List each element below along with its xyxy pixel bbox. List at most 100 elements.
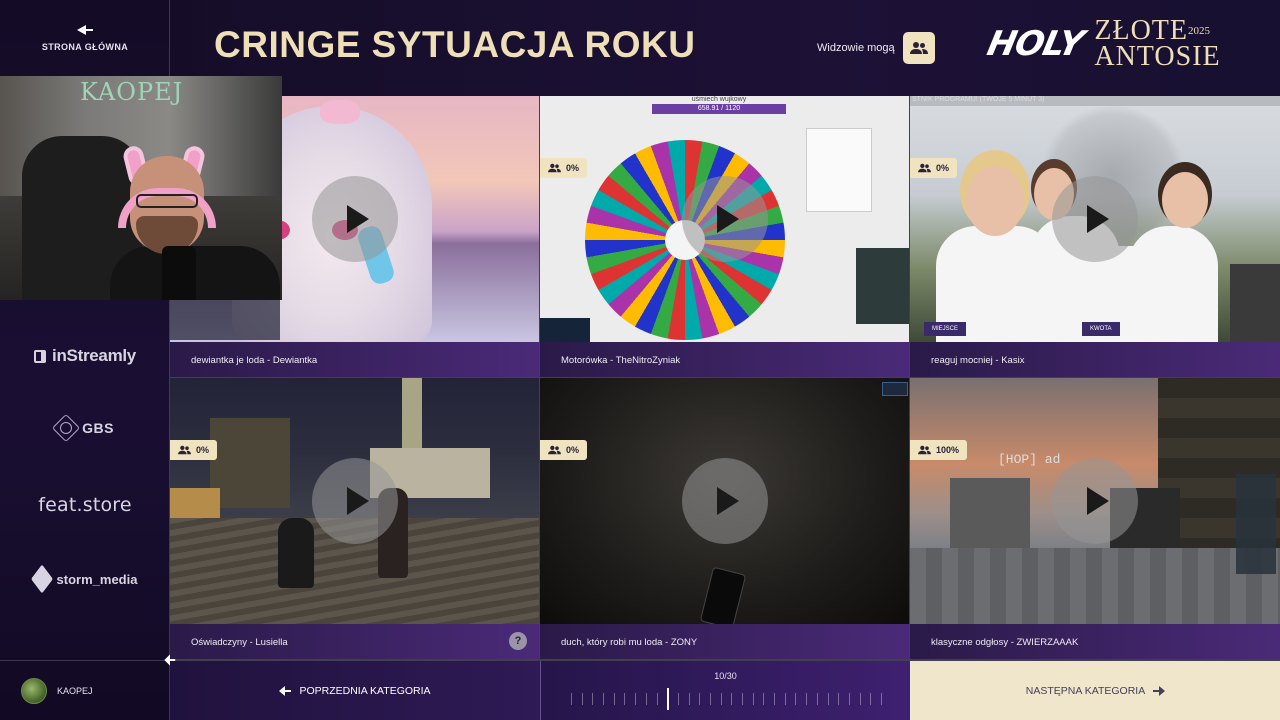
- page-title: CRINGE SYTUACJA ROKU: [214, 24, 696, 65]
- overlay-tag-right: KWOTA: [1082, 322, 1120, 336]
- clip-thumbnail: [170, 378, 539, 624]
- footer-navigation: POPRZEDNIA KATEGORIA 10/30 NASTĘPNA KATE…: [170, 660, 1280, 720]
- progress-count: 10/30: [714, 671, 737, 681]
- progress-tick: [816, 693, 818, 705]
- clip-tile-6[interactable]: [HOP] ad 100% klasyczne odgłosy - ZWIERZ…: [910, 378, 1280, 660]
- clip-caption: Oświadczyny - Lusiella: [170, 624, 539, 659]
- clip-tile-2[interactable]: uśmiech wujkowy 658.91 / 1120 0% Motorów…: [540, 96, 910, 378]
- home-label: STRONA GŁÓWNA: [41, 42, 129, 52]
- clip-caption: duch, który robi mu loda - ZONY: [540, 624, 909, 659]
- logo-holy: HOLY: [983, 24, 1087, 64]
- header: CRINGE SYTUACJA ROKU Widzowie mogą HOLY …: [170, 0, 1280, 96]
- category-progress: 10/30: [540, 661, 910, 720]
- progress-tick: [774, 693, 776, 705]
- help-icon[interactable]: ?: [509, 632, 527, 650]
- play-icon[interactable]: [312, 458, 398, 544]
- users-icon: [909, 42, 928, 54]
- vote-percent-badge: 0%: [170, 440, 218, 460]
- user-profile[interactable]: KAOPEJ: [0, 660, 170, 720]
- next-category-button[interactable]: NASTĘPNA KATEGORIA: [910, 661, 1280, 720]
- progress-tick: [752, 693, 754, 705]
- vote-percent: 100%: [936, 445, 960, 455]
- vote-percent-badge: 0%: [540, 440, 588, 460]
- progress-tick: [838, 693, 840, 705]
- progress-tick: [795, 693, 797, 705]
- progress-tick: [870, 693, 872, 705]
- sponsor-stormmedia-name: storm_media: [56, 571, 138, 587]
- progress-tick: [635, 693, 637, 705]
- overlay-tag-left: MIEJSCE: [924, 322, 967, 336]
- progress-tick: [624, 693, 626, 705]
- progress-tick: [677, 693, 679, 705]
- logo-year: 2025: [1188, 25, 1210, 37]
- progress-tick: [806, 693, 808, 705]
- next-arrow-icon: [1153, 686, 1166, 696]
- sponsor-gbs-name: GBS: [82, 420, 114, 436]
- sponsor-instreamly-logo: inStreamly: [0, 346, 170, 366]
- progress-tick: [859, 693, 861, 705]
- home-button[interactable]: STRONA GŁÓWNA: [0, 0, 170, 76]
- progress-tick: [581, 693, 583, 705]
- play-icon[interactable]: [1052, 458, 1138, 544]
- clip-thumbnail: [540, 378, 909, 624]
- users-icon: [918, 445, 931, 455]
- progress-tick: [613, 693, 615, 705]
- logo-line2: ANTOSIE: [1094, 41, 1221, 72]
- progress-tick: [688, 693, 690, 705]
- next-category-label: NASTĘPNA KATEGORIA: [1025, 685, 1146, 697]
- progress-tick: [881, 693, 882, 705]
- play-icon[interactable]: [682, 176, 768, 262]
- microphone-icon: [162, 246, 196, 300]
- storm-media-icon: [30, 564, 53, 594]
- sponsor-featstore-name: feat.store: [38, 494, 132, 516]
- vote-percent-badge: 100%: [910, 440, 968, 460]
- user-name: KAOPEJ: [57, 685, 93, 696]
- progress-current-tick: [667, 688, 669, 710]
- instreamly-icon: [34, 349, 47, 363]
- vote-percent: 0%: [566, 163, 580, 173]
- play-icon[interactable]: [1052, 176, 1138, 262]
- users-icon: [548, 445, 561, 455]
- prev-arrow-icon: [279, 686, 292, 696]
- gbs-icon: [51, 413, 81, 443]
- overlay-title: uśmiech wujkowy: [691, 96, 747, 103]
- users-icon: [548, 163, 561, 173]
- clip-tile-4[interactable]: 0% Oświadczyny - Lusiella ?: [170, 378, 540, 660]
- users-icon: [178, 445, 191, 455]
- previous-category-button[interactable]: POPRZEDNIA KATEGORIA: [170, 661, 540, 720]
- event-logo: HOLY ZŁOTE2025 ANTOSIE: [984, 17, 1221, 72]
- progress-tick: [656, 693, 658, 705]
- vote-percent: 0%: [196, 445, 210, 455]
- progress-tick: [709, 693, 711, 705]
- vote-percent-badge: 0%: [910, 158, 958, 178]
- back-arrow-icon: [77, 24, 93, 36]
- progress-tick: [848, 693, 850, 705]
- vote-percent-badge: 0%: [540, 158, 588, 178]
- progress-tick: [645, 693, 647, 705]
- progress-tick: [699, 693, 701, 705]
- clip-tile-5[interactable]: 0% duch, który robi mu loda - ZONY: [540, 378, 910, 660]
- clip-caption: klasyczne odgłosy - ZWIERZAAAK: [910, 624, 1280, 659]
- overlay-player-name: [HOP] ad: [998, 452, 1061, 467]
- viewers-label: Widzowie mogą: [817, 42, 895, 54]
- viewers-button[interactable]: [902, 32, 935, 64]
- logo-zlote-antosie: ZŁOTE2025 ANTOSIE: [1094, 17, 1221, 72]
- overlay-top-text: STNIK PROGRAMU! (TWOJE 5 MINUT 3): [910, 96, 1280, 106]
- clip-grid: dewiantka je loda - Dewiantka uśmiech wu…: [170, 96, 1280, 660]
- clip-caption: reaguj mocniej - Kasix: [910, 342, 1280, 377]
- progress-tick: [731, 693, 733, 705]
- users-icon: [918, 163, 931, 173]
- streamer-webcam: KAOPEJ: [0, 76, 282, 300]
- sponsor-stormmedia-logo: storm_media: [0, 564, 170, 594]
- sponsor-gbs-logo: GBS: [0, 413, 170, 443]
- previous-category-label: POPRZEDNIA KATEGORIA: [299, 685, 431, 697]
- vote-percent: 0%: [936, 163, 950, 173]
- progress-ticks[interactable]: [571, 688, 882, 710]
- progress-tick: [827, 693, 829, 705]
- clip-thumbnail: uśmiech wujkowy 658.91 / 1120: [540, 96, 909, 342]
- play-icon[interactable]: [682, 458, 768, 544]
- clip-tile-3[interactable]: STNIK PROGRAMU! (TWOJE 5 MINUT 3) MIEJSC…: [910, 96, 1280, 378]
- webcam-wall-text: KAOPEJ: [80, 78, 184, 106]
- play-icon[interactable]: [312, 176, 398, 262]
- sponsor-featstore-logo: feat.store: [0, 494, 170, 516]
